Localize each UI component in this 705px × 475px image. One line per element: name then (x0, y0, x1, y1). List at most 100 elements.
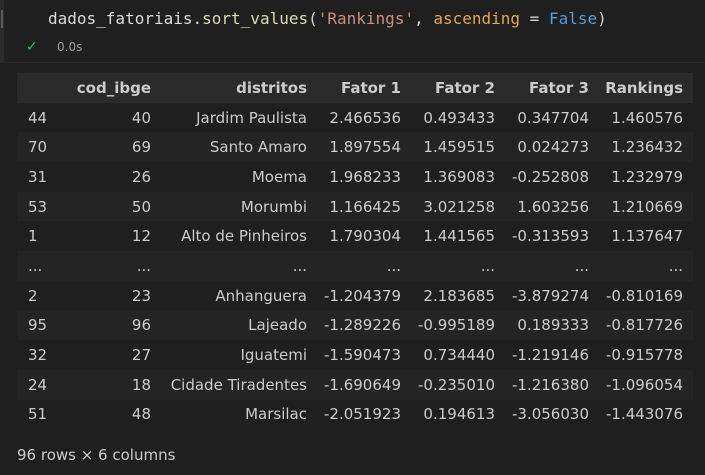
row-index: 2 (17, 280, 75, 311)
cell-fator-3: 0.024273 (495, 132, 589, 163)
table-body: 44 40 Jardim Paulista 2.466536 0.493433 0.347… (17, 102, 693, 430)
cell-ranking: 1.232979 (589, 162, 693, 192)
header-cod-ibge: cod_ibge (75, 73, 151, 103)
cell-ranking: -1.096054 (589, 369, 693, 400)
cell-fator-3: -3.879274 (495, 280, 589, 311)
cell-ranking: 1.210669 (589, 191, 693, 222)
row-index: 44 (17, 102, 75, 133)
cell-fator-1: 1.968233 (307, 162, 401, 192)
cell-distrito: Cidade Tiradentes (151, 369, 307, 400)
cell-fator-1: -1.590473 (307, 340, 401, 370)
cell-distrito: Lajeado (151, 310, 307, 341)
cell-fator-1: -1.204379 (307, 280, 401, 311)
cell-fator-3: -0.252808 (495, 162, 589, 192)
check-icon: ✓ (26, 39, 38, 55)
cell-fator-2: 0.493433 (401, 102, 495, 133)
cell-fator-3: -3.056030 (495, 399, 589, 430)
code-token: ) (597, 9, 607, 28)
table-row: 2 23 Anhanguera -1.204379 2.183685 -3.879274-… (17, 280, 693, 311)
cell-cod-ibge: 69 (75, 132, 151, 163)
cell-cod-ibge: 12 (75, 221, 151, 252)
cell-fator-3: 0.189333 (495, 310, 589, 341)
cell-fator-2: 3.021258 (401, 191, 495, 222)
code-token: . (192, 9, 203, 28)
cell-fator-1: -2.051923 (307, 399, 401, 430)
cell-ranking: -0.817726 (589, 310, 693, 341)
row-index: 95 (17, 310, 75, 341)
table-row: 1 12 Alto de Pinheiros 1.790304 1.441565 -0.3… (17, 221, 693, 252)
cell-gutter (0, 0, 4, 62)
cell-distrito: Morumbi (151, 191, 307, 222)
cell-fator-2: ... (401, 251, 495, 281)
cell-distrito: ... (151, 251, 307, 281)
header-index (17, 73, 75, 103)
table-row: 44 40 Jardim Paulista 2.466536 0.493433 0.347… (17, 102, 693, 133)
cell-cod-ibge: 96 (75, 310, 151, 341)
header-fator-3: Fator 3 (495, 73, 589, 103)
execution-time: 0.0s (57, 40, 83, 54)
cell-cod-ibge: 27 (75, 340, 151, 370)
header-fator-1: Fator 1 (307, 73, 401, 103)
cell-fator-2: 1.441565 (401, 221, 495, 252)
cell-fator-2: 0.734440 (401, 340, 495, 370)
cell-cod-ibge: ... (75, 251, 151, 281)
table-row: 70 69 Santo Amaro 1.897554 1.459515 0.024273 1… (17, 132, 693, 163)
code-token: = (520, 9, 549, 28)
cell-fator-1: -1.690649 (307, 369, 401, 400)
output-divider (0, 62, 705, 63)
cell-fator-3: -1.216380 (495, 369, 589, 400)
code-token: ( (308, 9, 318, 28)
dataframe-shape: 96 rows × 6 columns (17, 446, 176, 464)
row-index: ... (17, 251, 75, 281)
cell-fator-2: 0.194613 (401, 399, 495, 430)
cell-fator-2: 1.459515 (401, 132, 495, 163)
cell-cod-ibge: 23 (75, 280, 151, 311)
cell-ranking: 1.460576 (589, 102, 693, 133)
code-cell-source[interactable]: dados_fatoriais.sort_values('Rankings', … (48, 6, 607, 32)
cell-cod-ibge: 26 (75, 162, 151, 192)
cell-fator-1: 1.897554 (307, 132, 401, 163)
cell-ranking: 1.236432 (589, 132, 693, 163)
cell-fator-1: ... (307, 251, 401, 281)
cell-focus-indicator (1, 10, 3, 28)
table-row: 51 48 Marsilac -2.051923 0.194613 -3.056030 -1… (17, 399, 693, 430)
cell-execution-status: ✓ 0.0s (26, 38, 82, 56)
cell-cod-ibge: 40 (75, 102, 151, 133)
row-index: 53 (17, 191, 75, 222)
cell-fator-3: -0.313593 (495, 221, 589, 252)
cell-cod-ibge: 50 (75, 191, 151, 222)
row-index: 1 (17, 221, 75, 252)
code-token: dados_fatoriais (48, 9, 193, 28)
header-distritos: distritos (151, 73, 307, 103)
cell-distrito: Alto de Pinheiros (151, 221, 307, 252)
cell-distrito: Anhanguera (151, 280, 307, 311)
cell-fator-3: 1.603256 (495, 191, 589, 222)
dataframe-output: cod_ibge distritos Fator 1 Fator 2 Fator… (17, 73, 693, 430)
cell-cod-ibge: 48 (75, 399, 151, 430)
cell-fator-1: 1.166425 (307, 191, 401, 222)
cell-ranking: ... (589, 251, 693, 281)
cell-fator-3: 0.347704 (495, 102, 589, 133)
cell-distrito: Iguatemi (151, 340, 307, 370)
table-row: 32 27 Iguatemi -1.590473 0.734440 -1.219146 -0… (17, 340, 693, 370)
cell-distrito: Marsilac (151, 399, 307, 430)
code-token: 'Rankings' (317, 9, 415, 28)
cell-distrito: Santo Amaro (151, 132, 307, 163)
cell-cod-ibge: 18 (75, 369, 151, 400)
cell-distrito: Jardim Paulista (151, 102, 307, 133)
row-index: 31 (17, 162, 75, 192)
row-index: 70 (17, 132, 75, 163)
cell-fator-2: 1.369083 (401, 162, 495, 192)
row-index: 32 (17, 340, 75, 370)
code-token: False (548, 9, 598, 28)
row-index: 24 (17, 369, 75, 400)
cell-ranking: 1.137647 (589, 221, 693, 252)
cell-ranking: -0.915778 (589, 340, 693, 370)
cell-ranking: -0.810169 (589, 280, 693, 311)
header-rankings: Rankings (589, 73, 693, 103)
table-row: 31 26 Moema 1.968233 1.369083 -0.252808 1.2329… (17, 162, 693, 192)
table-header-row: cod_ibge distritos Fator 1 Fator 2 Fator… (17, 73, 693, 103)
cell-fator-1: 2.466536 (307, 102, 401, 133)
cell-fator-2: 2.183685 (401, 280, 495, 311)
cell-fator-1: 1.790304 (307, 221, 401, 252)
